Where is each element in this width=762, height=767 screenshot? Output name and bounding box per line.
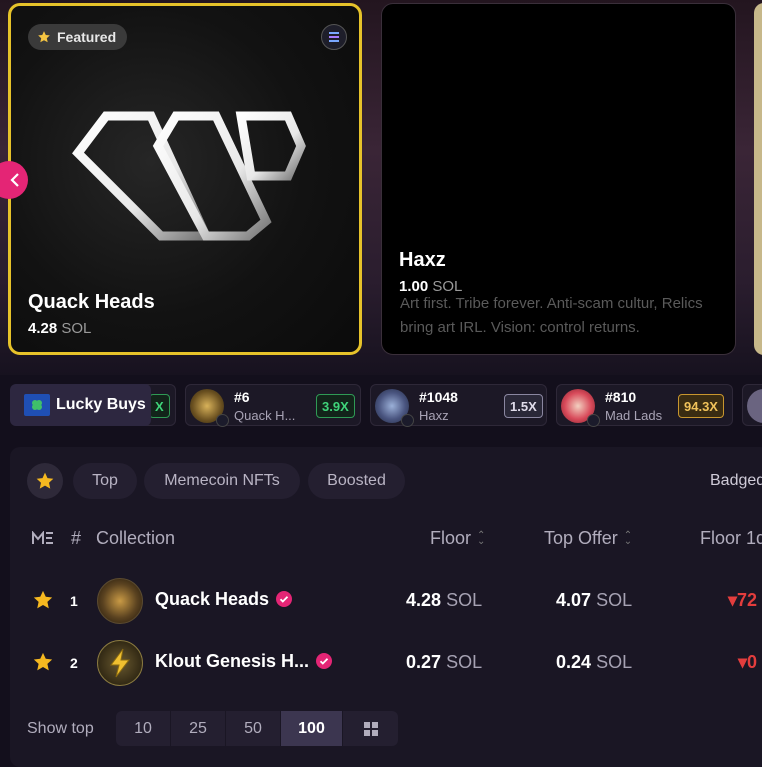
lucky-multiplier-badge: X xyxy=(149,394,170,418)
featured-card-price: 4.28 SOL xyxy=(28,320,92,337)
collection-avatar xyxy=(97,640,143,686)
featured-collection-card[interactable]: Featured Quack Heads 4.28 SOL xyxy=(8,3,362,355)
rank-header: # xyxy=(71,528,82,548)
featured-card-title: Quack Heads xyxy=(28,291,155,313)
table-row[interactable]: 1 Quack Heads 4.28 SOL 4.07 SOL ▾72 xyxy=(10,575,762,625)
haxz-card-title: Haxz xyxy=(399,249,446,271)
verified-icon xyxy=(276,591,293,607)
lucky-buy-item-partial[interactable] xyxy=(742,384,762,426)
row-rank: 2 xyxy=(70,655,78,671)
collection-avatar xyxy=(97,578,143,624)
floor-change: ▾0 xyxy=(738,652,758,672)
nft-collection-name: Quack H... xyxy=(234,408,296,423)
verified-icon xyxy=(316,653,333,669)
solana-chain-icon xyxy=(216,414,229,427)
floor-header[interactable]: Floor ⌃ ⌄ xyxy=(430,528,485,549)
haxz-card-description: Art first. Tribe forever. Anti-scam cult… xyxy=(400,295,703,336)
lucky-buys-row: Lucky Buys X #6 Quack H... 3.9X #1048 Ha… xyxy=(0,383,762,429)
top-offer-price: 4.07 SOL xyxy=(556,590,633,610)
top-offer-header[interactable]: Top Offer ⌃ ⌄ xyxy=(544,528,632,549)
collection-card-haxz[interactable]: Haxz 1.00 SOL Art first. Tribe forever. … xyxy=(381,3,736,355)
table-row[interactable]: 2 Klout Genesis H... 0.27 SOL 0.24 SOL ▾… xyxy=(10,637,762,687)
floor-change: ▾72 xyxy=(728,590,758,610)
nft-id: #6 xyxy=(234,389,250,405)
lucky-buy-item[interactable]: #6 Quack H... 3.9X xyxy=(185,384,361,427)
featured-badge-label: Featured xyxy=(57,29,117,45)
solana-chain-icon xyxy=(587,414,600,427)
nft-collection-name: Haxz xyxy=(419,408,449,423)
clover-icon xyxy=(24,394,50,416)
floor-change-header[interactable]: Floor 1d xyxy=(700,528,762,549)
nft-thumbnail xyxy=(747,389,762,423)
floor-price: 0.27 SOL xyxy=(406,652,483,672)
solana-chain-icon xyxy=(401,414,414,427)
filter-pill-boosted[interactable]: Boosted xyxy=(308,463,405,499)
star-icon[interactable] xyxy=(32,651,54,673)
lightning-icon xyxy=(110,648,131,678)
top-offer-price: 0.24 SOL xyxy=(556,652,633,672)
chevron-left-icon xyxy=(10,173,19,187)
sort-icon: ⌃ ⌄ xyxy=(623,530,633,548)
row-rank: 1 xyxy=(70,593,78,609)
magic-eden-logo-icon xyxy=(32,531,53,544)
lucky-multiplier-badge: 1.5X xyxy=(504,394,543,418)
show-top-100-button[interactable]: 100 xyxy=(281,711,343,746)
collection-card-next-peek[interactable] xyxy=(754,3,762,355)
nft-id: #1048 xyxy=(419,389,458,405)
nft-id: #810 xyxy=(605,389,637,405)
star-icon xyxy=(38,31,50,43)
collection-header: Collection xyxy=(96,528,176,548)
filter-pill-memecoin-nfts[interactable]: Memecoin NFTs xyxy=(144,463,300,499)
star-icon[interactable] xyxy=(32,589,54,611)
lucky-buy-item[interactable]: #1048 Haxz 1.5X xyxy=(370,384,547,427)
filter-pill-top[interactable]: Top xyxy=(73,463,137,499)
badged-filter[interactable]: Badged xyxy=(710,472,762,490)
grid-view-button[interactable] xyxy=(343,711,398,746)
lucky-buys-label[interactable]: Lucky Buys xyxy=(10,384,151,426)
star-icon xyxy=(36,472,54,489)
sort-icon: ⌃ ⌄ xyxy=(477,530,486,548)
show-top-25-button[interactable]: 25 xyxy=(171,711,226,746)
collection-name[interactable]: Quack Heads xyxy=(155,589,293,610)
favorites-filter-button[interactable] xyxy=(27,463,63,499)
show-top-selector: 10 25 50 100 xyxy=(116,711,398,746)
collection-name[interactable]: Klout Genesis H... xyxy=(155,651,333,672)
collections-panel: Top Memecoin NFTs Boosted Badged # Colle… xyxy=(10,447,762,767)
show-top-label: Show top xyxy=(27,720,94,737)
show-top-50-button[interactable]: 50 xyxy=(226,711,281,746)
solana-chain-icon xyxy=(321,24,347,50)
collection-logo xyxy=(66,106,306,251)
show-top-10-button[interactable]: 10 xyxy=(116,711,171,746)
lucky-buy-item[interactable]: #810 Mad Lads 94.3X xyxy=(556,384,733,427)
lucky-multiplier-badge: 94.3X xyxy=(678,394,724,418)
featured-badge: Featured xyxy=(28,24,128,50)
floor-price: 4.28 SOL xyxy=(406,590,483,610)
nft-collection-name: Mad Lads xyxy=(605,408,663,423)
lucky-multiplier-badge: 3.9X xyxy=(316,394,355,418)
grid-icon xyxy=(363,721,378,736)
